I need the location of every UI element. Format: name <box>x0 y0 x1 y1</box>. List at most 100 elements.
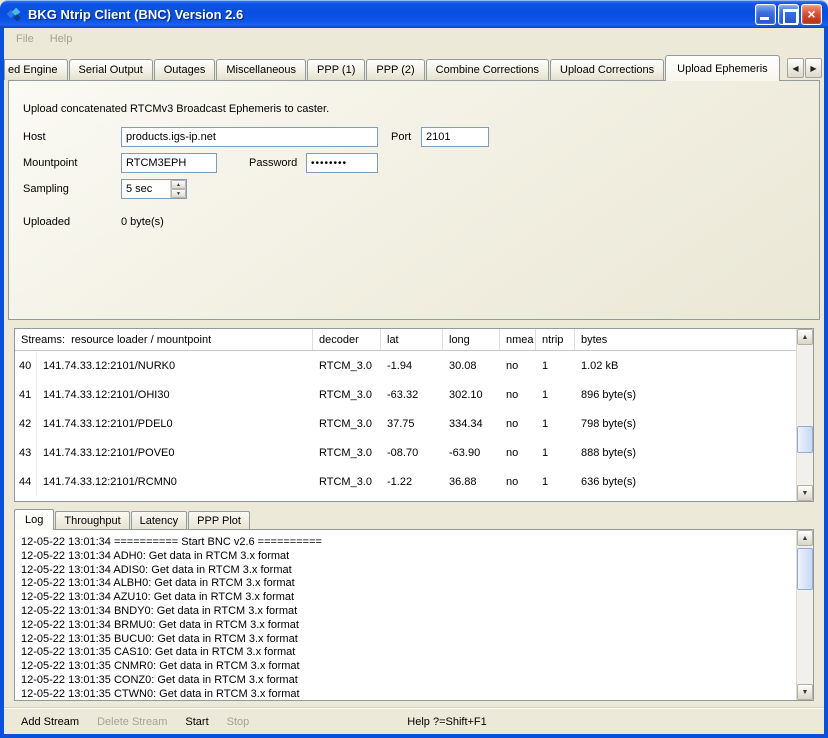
maximize-button[interactable] <box>778 4 799 25</box>
stream-ntrip: 1 <box>536 380 575 409</box>
mountpoint-label: Mountpoint <box>23 157 77 169</box>
log-line: 12-05-22 13:01:34 AZU10: Get data in RTC… <box>21 591 793 605</box>
stream-row[interactable]: 42 141.74.33.12:2101/PDEL0 RTCM_3.0 37.7… <box>15 409 796 438</box>
stream-lat: -1.94 <box>381 351 443 380</box>
scroll-up-icon[interactable]: ▲ <box>797 530 813 546</box>
stream-row[interactable]: 44 141.74.33.12:2101/RCMN0 RTCM_3.0 -1.2… <box>15 467 796 496</box>
header-bytes[interactable]: bytes <box>575 329 796 350</box>
stream-long: 30.08 <box>443 351 500 380</box>
row-number: 40 <box>15 351 37 380</box>
stream-long: 36.88 <box>443 467 500 496</box>
log-line: 12-05-22 13:01:35 CAS10: Get data in RTC… <box>21 646 793 660</box>
mountpoint-input[interactable]: RTCM3EPH <box>121 153 217 173</box>
log-line: 12-05-22 13:01:34 BNDY0: Get data in RTC… <box>21 605 793 619</box>
add-stream-button[interactable]: Add Stream <box>12 716 88 728</box>
stream-nmea: no <box>500 351 536 380</box>
log-scrollbar[interactable]: ▲ ▼ <box>796 530 813 700</box>
stream-lat: -08.70 <box>381 438 443 467</box>
scroll-down-icon[interactable]: ▼ <box>797 684 813 700</box>
stream-bytes: 636 byte(s) <box>575 467 796 496</box>
tab-log[interactable]: Log <box>14 509 54 530</box>
header-lat[interactable]: lat <box>381 329 443 350</box>
stream-mountpoint: 141.74.33.12:2101/OHI30 <box>37 380 313 409</box>
spin-buttons: ▲ ▼ <box>170 180 186 198</box>
stream-decoder: RTCM_3.0 <box>313 467 381 496</box>
delete-stream-button[interactable]: Delete Stream <box>88 716 176 728</box>
stream-bytes: 888 byte(s) <box>575 438 796 467</box>
header-long[interactable]: long <box>443 329 500 350</box>
tab-scroll-left-icon[interactable]: ◀ <box>787 58 804 78</box>
header-streams[interactable]: Streams: resource loader / mountpoint <box>15 329 313 350</box>
close-button[interactable]: × <box>801 4 822 25</box>
stream-ntrip: 1 <box>536 467 575 496</box>
streams-header-row: Streams: resource loader / mountpoint de… <box>15 329 796 351</box>
stream-ntrip: 1 <box>536 409 575 438</box>
header-nmea[interactable]: nmea <box>500 329 536 350</box>
header-ntrip[interactable]: ntrip <box>536 329 575 350</box>
stream-mountpoint: 141.74.33.12:2101/PDEL0 <box>37 409 313 438</box>
stop-button[interactable]: Stop <box>218 716 259 728</box>
log-line: 12-05-22 13:01:34 ========== Start BNC v… <box>21 536 793 550</box>
stream-mountpoint: 141.74.33.12:2101/RCMN0 <box>37 467 313 496</box>
tab-ppp-2[interactable]: PPP (2) <box>366 59 424 80</box>
tab-scroll-right-icon[interactable]: ▶ <box>805 58 822 78</box>
stream-row[interactable]: 43 141.74.33.12:2101/POVE0 RTCM_3.0 -08.… <box>15 438 796 467</box>
spin-down-icon[interactable]: ▼ <box>171 189 186 198</box>
menu-bar: File Help <box>4 28 824 49</box>
row-number: 41 <box>15 380 37 409</box>
tab-bar: ed Engine Serial Output Outages Miscella… <box>4 53 824 80</box>
spin-up-icon[interactable]: ▲ <box>171 180 186 189</box>
stream-row[interactable]: 41 141.74.33.12:2101/OHI30 RTCM_3.0 -63.… <box>15 380 796 409</box>
password-input[interactable]: •••••••• <box>306 153 378 173</box>
stream-decoder: RTCM_3.0 <box>313 351 381 380</box>
stream-nmea: no <box>500 409 536 438</box>
tab-latency[interactable]: Latency <box>131 511 188 529</box>
menu-file[interactable]: File <box>8 31 42 47</box>
port-input[interactable]: 2101 <box>421 127 489 147</box>
tab-ppp-plot[interactable]: PPP Plot <box>188 511 250 529</box>
stream-lat: -63.32 <box>381 380 443 409</box>
bottom-tab-bar: Log Throughput Latency PPP Plot <box>14 508 824 529</box>
tab-combine-corrections[interactable]: Combine Corrections <box>426 59 549 80</box>
minimize-button[interactable] <box>755 4 776 25</box>
start-button[interactable]: Start <box>176 716 217 728</box>
streams-table-body: Streams: resource loader / mountpoint de… <box>15 329 796 501</box>
streams-scrollbar[interactable]: ▲ ▼ <box>796 329 813 501</box>
scrollbar-thumb[interactable] <box>797 426 813 453</box>
tab-throughput[interactable]: Throughput <box>55 511 129 529</box>
title-bar[interactable]: BKG Ntrip Client (BNC) Version 2.6 × <box>0 0 828 28</box>
tab-ppp-1[interactable]: PPP (1) <box>307 59 365 80</box>
host-input[interactable]: products.igs-ip.net <box>121 127 378 147</box>
log-line: 12-05-22 13:01:35 CTWN0: Get data in RTC… <box>21 688 793 700</box>
titlebar-buttons: × <box>755 4 822 25</box>
sampling-label: Sampling <box>23 183 69 195</box>
help-hint: Help ?=Shift+F1 <box>398 716 496 728</box>
row-number: 43 <box>15 438 37 467</box>
stream-long: -63.90 <box>443 438 500 467</box>
panel-description: Upload concatenated RTCMv3 Broadcast Eph… <box>23 103 329 115</box>
menu-help[interactable]: Help <box>42 31 81 47</box>
tab-miscellaneous[interactable]: Miscellaneous <box>216 59 306 80</box>
stream-long: 334.34 <box>443 409 500 438</box>
status-bar: Add Stream Delete Stream Start Stop Help… <box>4 708 824 734</box>
header-decoder[interactable]: decoder <box>313 329 381 350</box>
uploaded-label: Uploaded <box>23 216 70 228</box>
tab-upload-corrections[interactable]: Upload Corrections <box>550 59 664 80</box>
uploaded-value: 0 byte(s) <box>121 216 164 228</box>
tab-feed-engine[interactable]: ed Engine <box>4 59 68 80</box>
row-number: 42 <box>15 409 37 438</box>
log-view[interactable]: 12-05-22 13:01:34 ========== Start BNC v… <box>14 529 814 701</box>
tab-upload-ephemeris[interactable]: Upload Ephemeris <box>665 55 780 81</box>
stream-row[interactable]: 40 141.74.33.12:2101/NURK0 RTCM_3.0 -1.9… <box>15 351 796 380</box>
scrollbar-thumb[interactable] <box>797 548 813 590</box>
stream-ntrip: 1 <box>536 438 575 467</box>
scroll-down-icon[interactable]: ▼ <box>797 485 813 501</box>
sampling-spinbox[interactable]: 5 sec ▲ ▼ <box>121 179 187 199</box>
stream-nmea: no <box>500 467 536 496</box>
tab-serial-output[interactable]: Serial Output <box>69 59 153 80</box>
log-line: 12-05-22 13:01:34 BRMU0: Get data in RTC… <box>21 619 793 633</box>
scroll-up-icon[interactable]: ▲ <box>797 329 813 345</box>
tab-outages[interactable]: Outages <box>154 59 216 80</box>
stream-ntrip: 1 <box>536 351 575 380</box>
stream-mountpoint: 141.74.33.12:2101/POVE0 <box>37 438 313 467</box>
